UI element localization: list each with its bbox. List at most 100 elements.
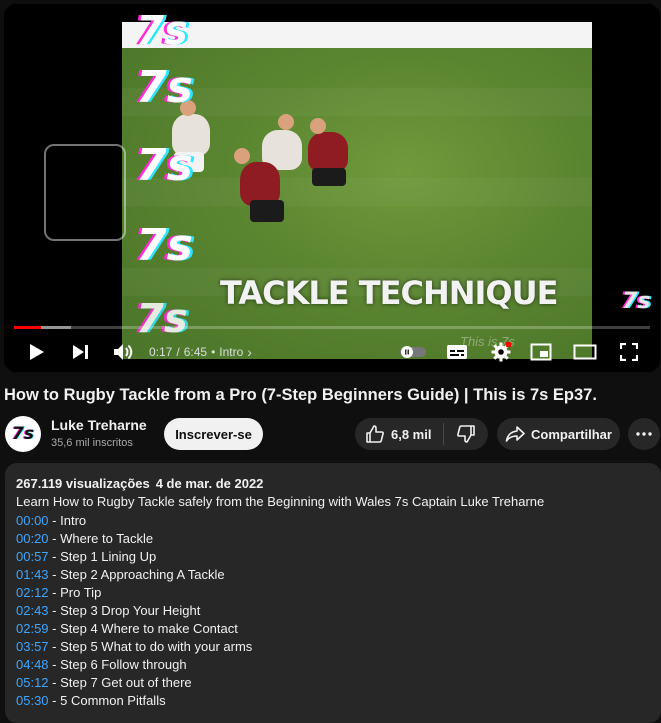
chapter-separator: - bbox=[48, 549, 61, 564]
chapter-timestamp-link[interactable]: 00:00 bbox=[16, 513, 49, 528]
chapter-timestamp-link[interactable]: 01:43 bbox=[16, 567, 49, 582]
chapter-timestamp-link[interactable]: 00:20 bbox=[16, 531, 49, 546]
share-icon bbox=[505, 426, 525, 442]
chapter-timestamp-link[interactable]: 02:43 bbox=[16, 603, 49, 618]
chapter-title[interactable]: Intro bbox=[219, 345, 243, 359]
chapter-item: 02:43 - Step 3 Drop Your Height bbox=[16, 602, 252, 620]
current-time: 0:17 bbox=[149, 345, 173, 359]
fullscreen-icon bbox=[620, 343, 638, 361]
chapter-separator: - bbox=[48, 621, 61, 636]
chapter-separator: - bbox=[48, 693, 61, 708]
sevens-logo-4: 7s bbox=[136, 220, 193, 271]
next-button[interactable] bbox=[66, 332, 96, 372]
miniplayer-button[interactable] bbox=[526, 332, 556, 372]
thumbs-up-icon bbox=[366, 425, 384, 443]
chapter-label: Step 7 Get out of there bbox=[60, 675, 192, 690]
play-button[interactable] bbox=[22, 332, 52, 372]
progress-bar[interactable] bbox=[14, 326, 650, 329]
chapter-timestamp-link[interactable]: 05:30 bbox=[16, 693, 49, 708]
video-meta: 267.119 visualizações 4 de mar. de 2022 bbox=[16, 476, 263, 491]
subscribe-button[interactable]: Inscrever-se bbox=[164, 418, 263, 450]
volume-icon bbox=[114, 344, 133, 360]
chapter-timestamp-link[interactable]: 03:57 bbox=[16, 639, 49, 654]
chapter-list: 00:00 - Intro 00:20 - Where to Tackle 00:5… bbox=[16, 512, 252, 710]
video-title: How to Rugby Tackle from a Pro (7-Step B… bbox=[4, 386, 597, 404]
like-button[interactable]: 6,8 mil bbox=[355, 418, 443, 450]
chapter-label: Step 1 Lining Up bbox=[60, 549, 157, 564]
more-actions-button[interactable] bbox=[628, 418, 660, 450]
description-box[interactable]: 267.119 visualizações 4 de mar. de 2022 L… bbox=[5, 463, 661, 723]
sevens-logo-2: 7s bbox=[136, 62, 193, 113]
description-summary: Learn How to Rugby Tackle safely from th… bbox=[16, 494, 545, 509]
chapter-timestamp-link[interactable]: 05:12 bbox=[16, 675, 49, 690]
chapter-separator: - bbox=[48, 675, 61, 690]
chapter-item: 04:48 - Step 6 Follow through bbox=[16, 656, 252, 674]
autoplay-toggle[interactable] bbox=[396, 332, 430, 372]
chapter-item: 00:20 - Where to Tackle bbox=[16, 530, 252, 548]
chapter-item: 05:30 - 5 Common Pitfalls bbox=[16, 692, 252, 710]
chapter-separator: - bbox=[48, 639, 61, 654]
volume-button[interactable] bbox=[108, 332, 140, 372]
played-bar bbox=[14, 326, 42, 329]
view-count: 267.119 visualizações bbox=[16, 476, 150, 491]
chapter-label: Step 6 Follow through bbox=[60, 657, 187, 672]
chapter-separator: - bbox=[48, 513, 61, 528]
share-button[interactable]: Compartilhar bbox=[497, 418, 620, 450]
chapter-label: Step 4 Where to make Contact bbox=[60, 621, 238, 636]
avatar-logo: 7s bbox=[12, 424, 34, 444]
film-frame-decoration bbox=[44, 144, 126, 241]
settings-button[interactable] bbox=[486, 332, 516, 372]
upload-date: 4 de mar. de 2022 bbox=[155, 476, 264, 491]
chapter-item: 01:43 - Step 2 Approaching A Tackle bbox=[16, 566, 252, 584]
chapter-separator: - bbox=[48, 567, 61, 582]
chapter-timestamp-link[interactable]: 00:57 bbox=[16, 549, 49, 564]
chapter-label: Step 2 Approaching A Tackle bbox=[60, 567, 225, 582]
chevron-right-icon: › bbox=[247, 344, 252, 360]
chapter-label: Where to Tackle bbox=[60, 531, 154, 546]
chapter-separator: - bbox=[48, 585, 61, 600]
chapter-item: 05:12 - Step 7 Get out of there bbox=[16, 674, 252, 692]
time-separator: / bbox=[176, 345, 180, 359]
play-icon bbox=[30, 344, 44, 360]
chapter-label: Step 5 What to do with your arms bbox=[60, 639, 253, 654]
sevens-logo-3: 7s bbox=[136, 140, 193, 191]
video-player[interactable]: 7s 7s 7s 7s 7s TACKLE TECHNIQUE 7s This … bbox=[4, 4, 660, 372]
thumbs-down-icon bbox=[456, 425, 475, 443]
chapter-item: 02:12 - Pro Tip bbox=[16, 584, 252, 602]
channel-avatar[interactable]: 7s bbox=[5, 416, 41, 452]
autoplay-toggle-icon bbox=[400, 346, 426, 358]
dislike-button[interactable] bbox=[444, 418, 488, 450]
like-dislike-group: 6,8 mil bbox=[355, 418, 488, 450]
channel-name[interactable]: Luke Treharne bbox=[51, 417, 147, 433]
corner-logo: 7s bbox=[622, 289, 651, 314]
theater-icon bbox=[573, 344, 597, 360]
chapter-item: 00:57 - Step 1 Lining Up bbox=[16, 548, 252, 566]
time-display: 0:17 / 6:45 • Intro › bbox=[149, 332, 252, 372]
subtitles-button[interactable] bbox=[442, 332, 472, 372]
player-controls: 0:17 / 6:45 • Intro › bbox=[4, 332, 660, 372]
video-overlay-title: TACKLE TECHNIQUE bbox=[220, 274, 558, 312]
share-label: Compartilhar bbox=[531, 426, 612, 442]
more-horizontal-icon bbox=[636, 432, 652, 436]
dot-separator: • bbox=[211, 345, 216, 359]
hd-badge bbox=[506, 342, 511, 347]
chapter-timestamp-link[interactable]: 04:48 bbox=[16, 657, 49, 672]
chapter-timestamp-link[interactable]: 02:12 bbox=[16, 585, 49, 600]
sevens-logo-1: 7s bbox=[136, 8, 188, 54]
chapter-separator: - bbox=[48, 657, 61, 672]
theater-mode-button[interactable] bbox=[568, 332, 602, 372]
chapter-label: 5 Common Pitfalls bbox=[60, 693, 166, 708]
chapter-separator: - bbox=[48, 603, 61, 618]
chapter-timestamp-link[interactable]: 02:59 bbox=[16, 621, 49, 636]
next-icon bbox=[73, 345, 88, 359]
chapter-label: Step 3 Drop Your Height bbox=[60, 603, 201, 618]
duration: 6:45 bbox=[183, 345, 208, 359]
chapter-label: Pro Tip bbox=[60, 585, 102, 600]
chapter-item: 00:00 - Intro bbox=[16, 512, 252, 530]
subtitles-icon bbox=[447, 345, 467, 359]
like-count: 6,8 mil bbox=[391, 426, 432, 442]
miniplayer-icon bbox=[530, 343, 552, 361]
fullscreen-button[interactable] bbox=[614, 332, 644, 372]
subscriber-count: 35,6 mil inscritos bbox=[51, 437, 133, 449]
chapter-label: Intro bbox=[60, 513, 87, 528]
